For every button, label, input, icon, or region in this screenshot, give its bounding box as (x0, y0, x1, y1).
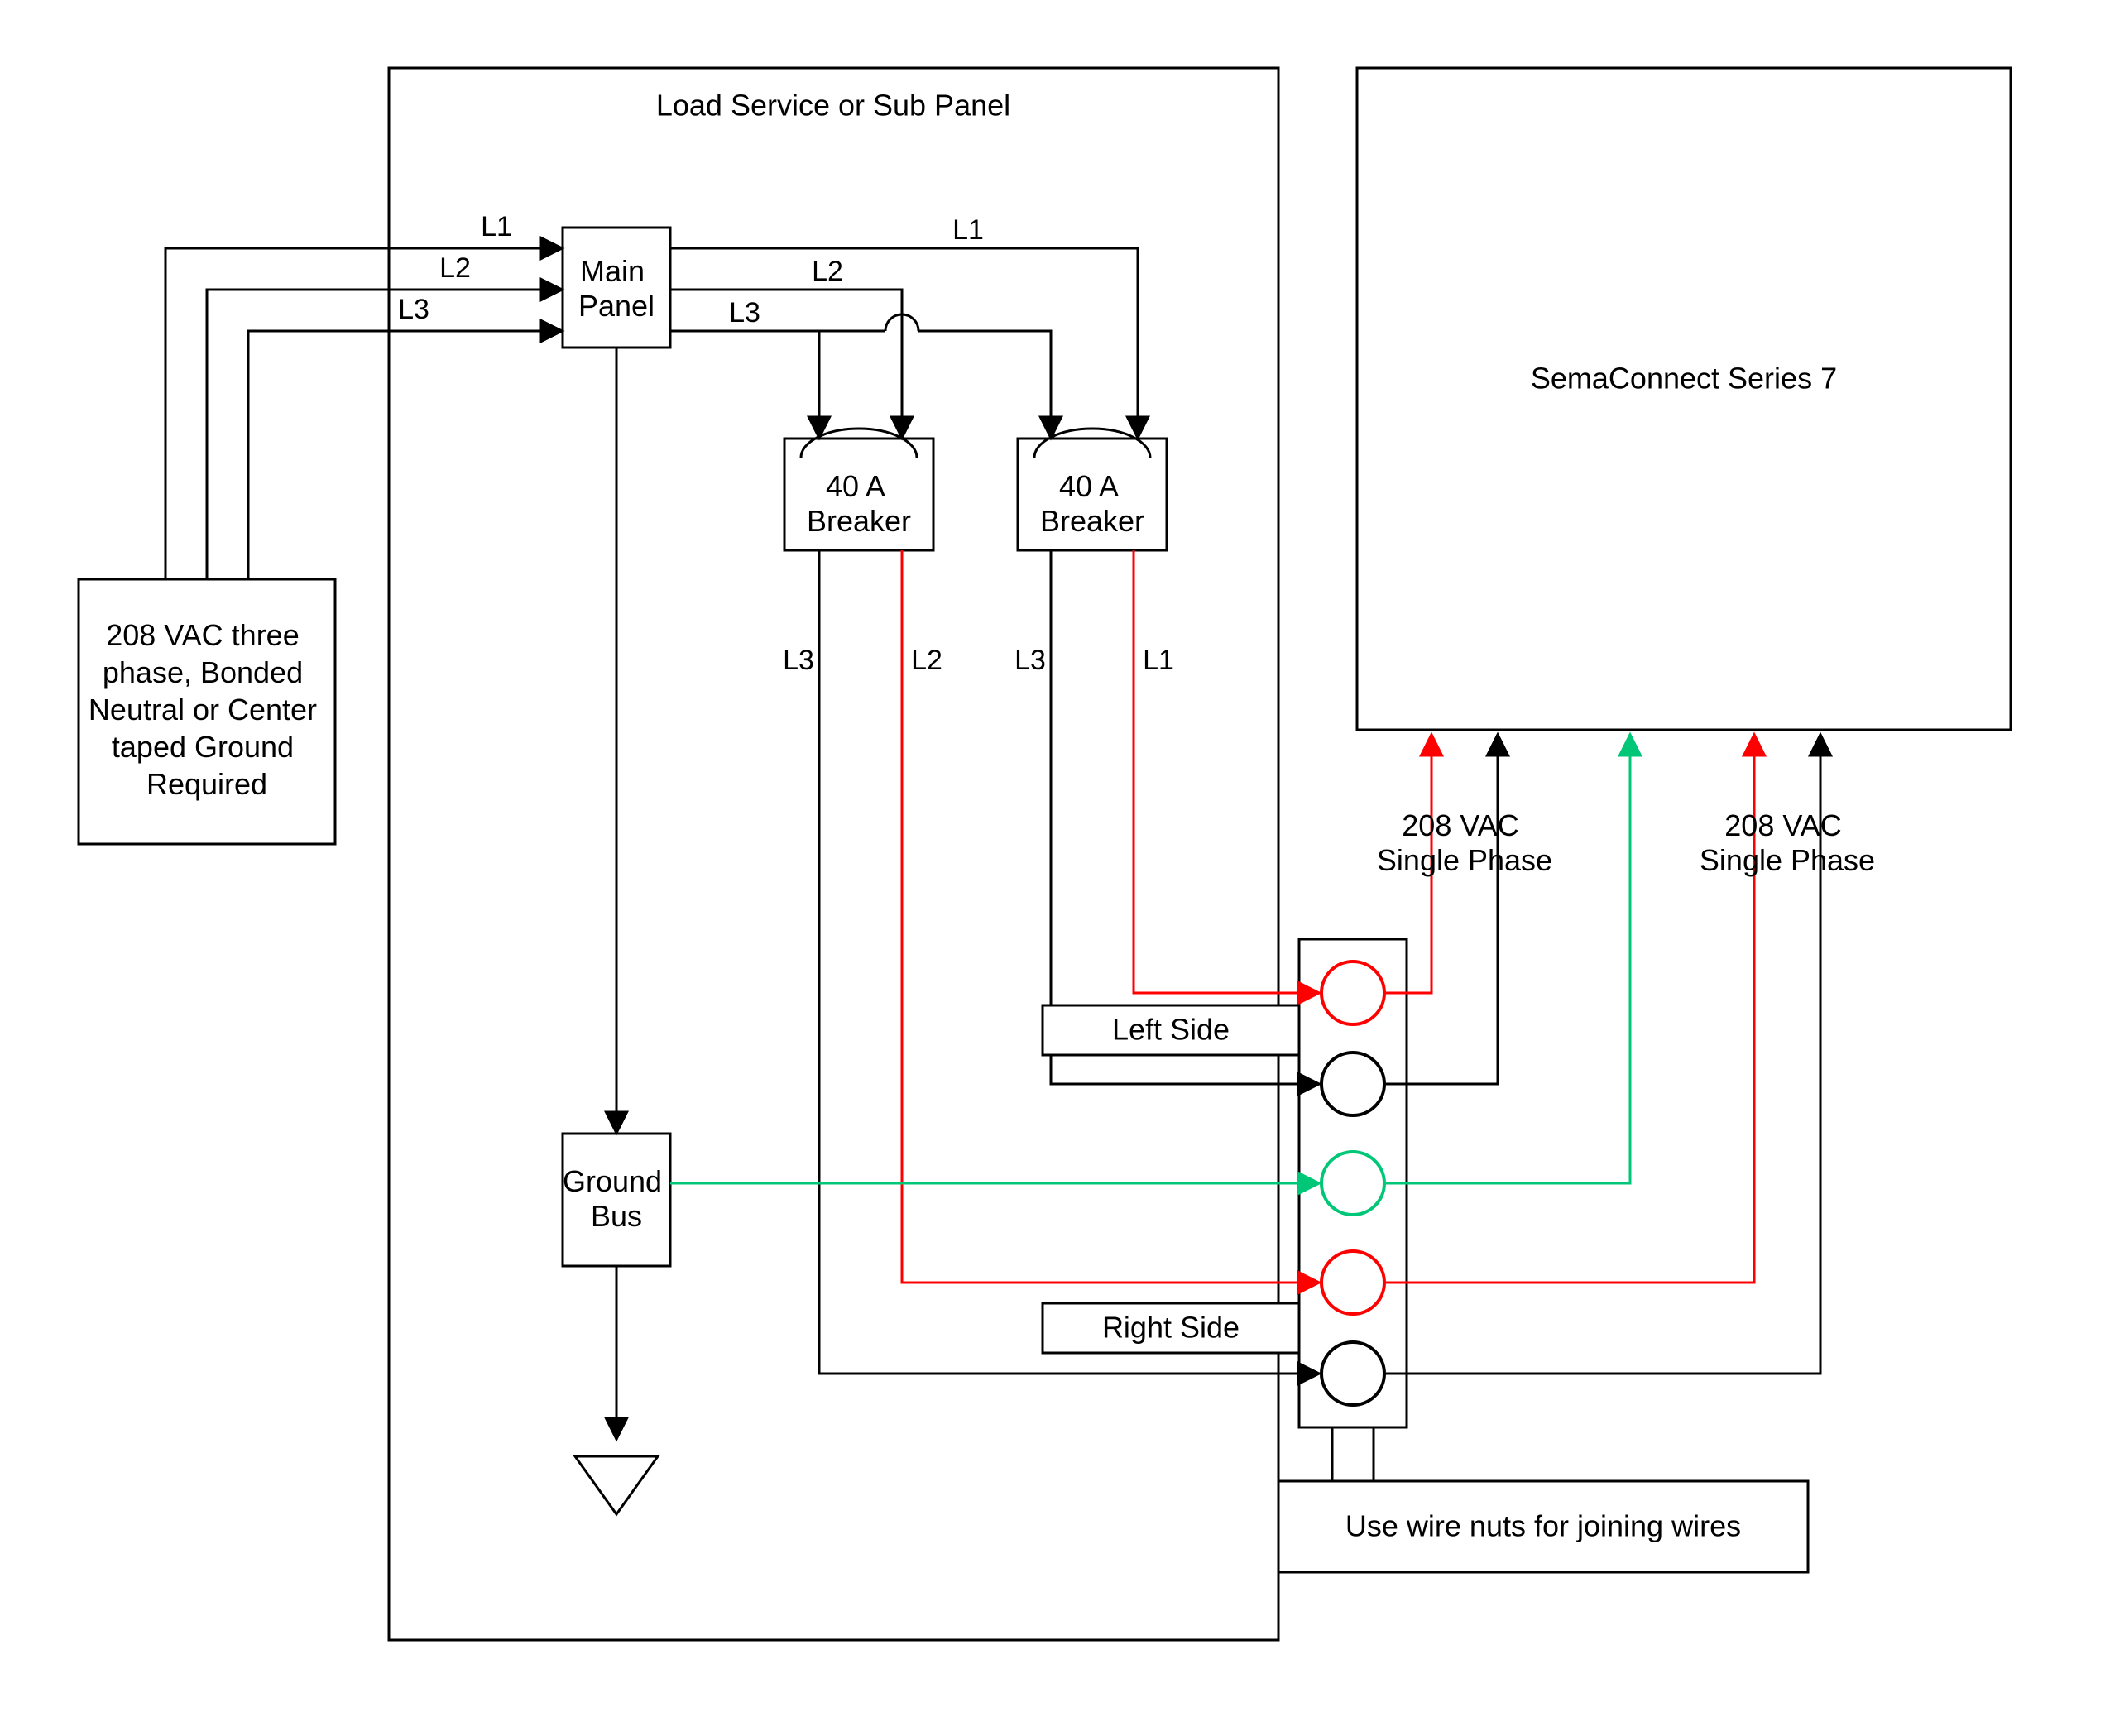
source-box-text: 208 VAC three phase, Bonded Neutral or C… (89, 618, 325, 801)
wire-source-l2 (207, 290, 563, 579)
terminal-2 (1321, 1053, 1384, 1115)
breaker1-label: 40 A Breaker (807, 469, 911, 538)
wiring-diagram: Load Service or Sub Panel 208 VAC three … (0, 0, 2110, 1736)
label-l3-b2: L3 (1014, 645, 1046, 676)
terminal-3 (1321, 1152, 1384, 1215)
left-side-label: Left Side (1112, 1013, 1230, 1047)
wire-mp-l3c (918, 331, 1051, 439)
ground-symbol-icon (575, 1456, 658, 1514)
label-l3-b1: L3 (783, 645, 814, 676)
phase2-label: 208 VAC Single Phase (1700, 808, 1875, 877)
wire-mp-l1 (670, 248, 1138, 439)
wire-mp-l3a (670, 331, 819, 439)
label-l1-mp: L1 (952, 214, 984, 246)
label-l1-in: L1 (481, 211, 512, 242)
breaker2-label: 40 A Breaker (1040, 469, 1144, 538)
semaconnect-box (1357, 68, 2011, 730)
main-panel-label: Main Panel (578, 254, 655, 323)
wire-b1-l2-term4 (902, 720, 1320, 1283)
wire-term3-up (1386, 734, 1630, 1183)
label-l1-b2: L1 (1143, 645, 1174, 676)
right-side-label: Right Side (1102, 1311, 1240, 1345)
terminal-1 (1321, 962, 1384, 1024)
terminal-4 (1321, 1251, 1384, 1314)
label-l3-in: L3 (398, 294, 429, 325)
ground-bus-label: Ground Bus (563, 1164, 670, 1233)
semaconnect-label: SemaConnect Series 7 (1531, 362, 1837, 396)
wire-nuts-label: Use wire nuts for joining wires (1345, 1509, 1741, 1543)
phase1-label: 208 VAC Single Phase (1377, 808, 1552, 877)
wire-source-l1 (165, 248, 563, 579)
wire-b2-l1-term1 (1134, 720, 1320, 993)
terminal-5 (1321, 1342, 1384, 1405)
label-l3-mp: L3 (729, 297, 760, 328)
label-l2-mp: L2 (812, 256, 843, 287)
load-service-panel (389, 68, 1278, 1640)
wire-mp-l2 (670, 290, 902, 439)
wire-term2-up (1386, 734, 1498, 1084)
label-l2-b1: L2 (911, 645, 942, 676)
wire-source-l3 (248, 331, 563, 579)
panel-title: Load Service or Sub Panel (656, 89, 1010, 122)
label-l2-in: L2 (439, 252, 471, 284)
